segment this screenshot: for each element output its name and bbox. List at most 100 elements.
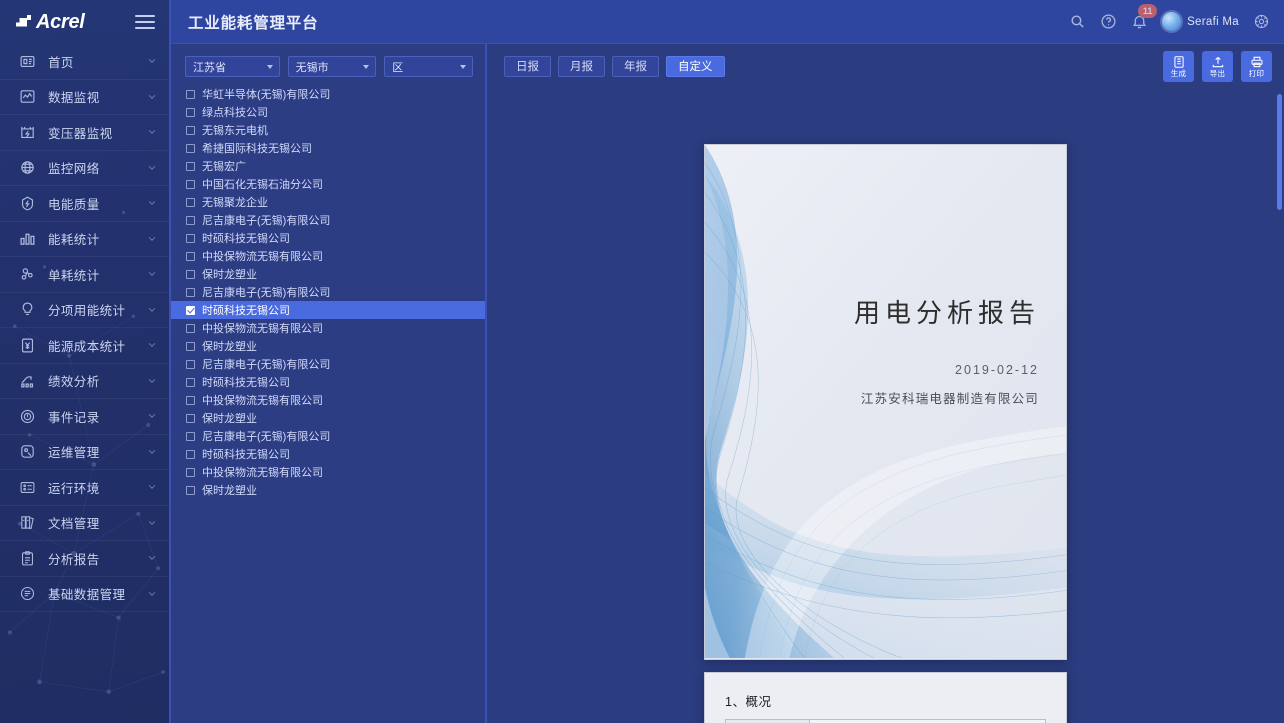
sidebar-item-data-monitor[interactable]: 数据监视 — [0, 80, 169, 116]
list-item[interactable]: 无锡宏广 — [171, 157, 485, 175]
company-checkbox[interactable] — [186, 432, 195, 441]
company-checkbox[interactable] — [186, 252, 195, 261]
list-item[interactable]: 中投保物流无锡有限公司 — [171, 319, 485, 337]
list-item[interactable]: 中投保物流无锡有限公司 — [171, 463, 485, 481]
tab-2[interactable]: 年报 — [612, 56, 659, 77]
export-button[interactable]: 导出 — [1202, 51, 1233, 82]
list-item[interactable]: 时硕科技无锡公司 — [171, 229, 485, 247]
company-checkbox[interactable] — [186, 468, 195, 477]
list-item[interactable]: 保时龙塑业 — [171, 481, 485, 499]
company-checkbox[interactable] — [186, 342, 195, 351]
company-checkbox[interactable] — [186, 108, 195, 117]
company-checkbox[interactable] — [186, 378, 195, 387]
hamburger-icon[interactable] — [135, 15, 155, 29]
sidebar-item-unit-consumption[interactable]: 单耗统计 — [0, 257, 169, 293]
brand-name: Acrel — [36, 11, 85, 34]
sidebar-item-document-management[interactable]: 文档管理 — [0, 506, 169, 542]
list-item[interactable]: 中国石化无锡石油分公司 — [171, 175, 485, 193]
district-select-value: 区 — [392, 59, 403, 75]
list-item[interactable]: 中投保物流无锡有限公司 — [171, 247, 485, 265]
sidebar-item-home[interactable]: 首页 — [0, 44, 169, 80]
gear-icon[interactable] — [1253, 13, 1270, 30]
company-checkbox[interactable] — [186, 450, 195, 459]
help-circle-icon[interactable] — [1100, 13, 1117, 30]
report-preview-scroll[interactable]: 用电分析报告 2019-02-12 江苏安科瑞电器制造有限公司 1、概况 项目名… — [487, 88, 1284, 723]
list-item[interactable]: 时硕科技无锡公司 — [171, 373, 485, 391]
print-button[interactable]: 打印 — [1241, 51, 1272, 82]
list-item[interactable]: 保时龙塑业 — [171, 409, 485, 427]
sidebar-item-power-quality[interactable]: 电能质量 — [0, 186, 169, 222]
search-icon[interactable] — [1069, 13, 1086, 30]
report-cover-org: 江苏安科瑞电器制造有限公司 — [705, 388, 1039, 407]
company-label: 尼吉康电子(无锡)有限公司 — [202, 428, 330, 444]
sidebar-item-operating-environment[interactable]: 运行环境 — [0, 470, 169, 506]
sidebar-item-label: 绩效分析 — [48, 371, 147, 390]
company-checkbox[interactable] — [186, 396, 195, 405]
company-checkbox[interactable] — [186, 234, 195, 243]
sidebar-item-maintenance[interactable]: 运维管理 — [0, 435, 169, 471]
company-checkbox[interactable] — [186, 414, 195, 423]
company-checkbox[interactable] — [186, 486, 195, 495]
tab-3[interactable]: 自定义 — [666, 56, 725, 77]
city-select[interactable]: 无锡市 — [288, 56, 377, 77]
company-checkbox[interactable] — [186, 126, 195, 135]
main-region: 工业能耗管理平台 11 Serafi Ma 江 — [171, 0, 1284, 723]
chevron-down-icon — [147, 340, 157, 350]
chevron-down-icon — [147, 553, 157, 563]
company-checkbox[interactable] — [186, 198, 195, 207]
tab-1[interactable]: 月报 — [558, 56, 605, 77]
company-checkbox[interactable] — [186, 288, 195, 297]
sidebar-item-label: 分项用能统计 — [48, 300, 147, 319]
list-item[interactable]: 保时龙塑业 — [171, 265, 485, 283]
list-item[interactable]: 时硕科技无锡公司 — [171, 445, 485, 463]
list-item[interactable]: 尼吉康电子(无锡)有限公司 — [171, 211, 485, 229]
list-item[interactable]: 华虹半导体(无锡)有限公司 — [171, 85, 485, 103]
list-item[interactable]: 尼吉康电子(无锡)有限公司 — [171, 355, 485, 373]
user-menu[interactable]: Serafi Ma — [1162, 12, 1239, 31]
company-label: 希捷国际科技无锡公司 — [202, 140, 312, 156]
sidebar-item-basic-data-management[interactable]: 基础数据管理 — [0, 577, 169, 613]
content-body: 江苏省 无锡市 区 华虹半导体(无锡)有限公司绿点科技公司无锡东元电机希捷国际科… — [171, 44, 1284, 723]
sidebar-item-energy-cost[interactable]: 能源成本统计 — [0, 328, 169, 364]
company-checkbox[interactable] — [186, 270, 195, 279]
sidebar-item-subitem-energy[interactable]: 分项用能统计 — [0, 293, 169, 329]
company-checkbox[interactable] — [186, 324, 195, 333]
sidebar-item-performance-analysis[interactable]: 绩效分析 — [0, 364, 169, 400]
generate-button[interactable]: 生成 — [1163, 51, 1194, 82]
list-item[interactable]: 尼吉康电子(无锡)有限公司 — [171, 427, 485, 445]
sidebar-item-energy-statistics[interactable]: 能耗统计 — [0, 222, 169, 258]
list-item[interactable]: 无锡东元电机 — [171, 121, 485, 139]
list-item[interactable]: 保时龙塑业 — [171, 337, 485, 355]
company-checkbox[interactable] — [186, 90, 195, 99]
company-list[interactable]: 华虹半导体(无锡)有限公司绿点科技公司无锡东元电机希捷国际科技无锡公司无锡宏广中… — [171, 85, 485, 723]
company-checkbox[interactable] — [186, 180, 195, 189]
company-checkbox[interactable] — [186, 360, 195, 369]
district-select[interactable]: 区 — [384, 56, 473, 77]
sidebar-item-analysis-report[interactable]: 分析报告 — [0, 541, 169, 577]
sidebar-item-event-records[interactable]: 事件记录 — [0, 399, 169, 435]
list-item[interactable]: 时硕科技无锡公司 — [171, 301, 485, 319]
bell-icon[interactable]: 11 — [1131, 13, 1148, 30]
list-item[interactable]: 尼吉康电子(无锡)有限公司 — [171, 283, 485, 301]
sidebar-item-label: 变压器监视 — [48, 123, 147, 142]
sidebar-item-monitoring-network[interactable]: 监控网络 — [0, 151, 169, 187]
sidebar-item-transformer-monitor[interactable]: 变压器监视 — [0, 115, 169, 151]
list-item[interactable]: 无锡聚龙企业 — [171, 193, 485, 211]
province-select[interactable]: 江苏省 — [185, 56, 280, 77]
brand-logo[interactable]: Acrel — [16, 11, 85, 34]
sidebar: Acrel 首页 数据监视 变压器监视 — [0, 0, 171, 723]
company-checkbox[interactable] — [186, 144, 195, 153]
chevron-down-icon — [147, 447, 157, 457]
list-item[interactable]: 希捷国际科技无锡公司 — [171, 139, 485, 157]
list-item[interactable]: 中投保物流无锡有限公司 — [171, 391, 485, 409]
notification-badge: 11 — [1138, 4, 1157, 18]
cost-yen-icon — [18, 336, 37, 355]
list-item[interactable]: 绿点科技公司 — [171, 103, 485, 121]
company-checkbox[interactable] — [186, 162, 195, 171]
tab-0[interactable]: 日报 — [504, 56, 551, 77]
chevron-down-icon — [147, 92, 157, 102]
company-checkbox[interactable] — [186, 306, 195, 315]
sidebar-item-label: 单耗统计 — [48, 265, 147, 284]
report-vertical-scrollbar[interactable] — [1277, 94, 1282, 210]
company-checkbox[interactable] — [186, 216, 195, 225]
